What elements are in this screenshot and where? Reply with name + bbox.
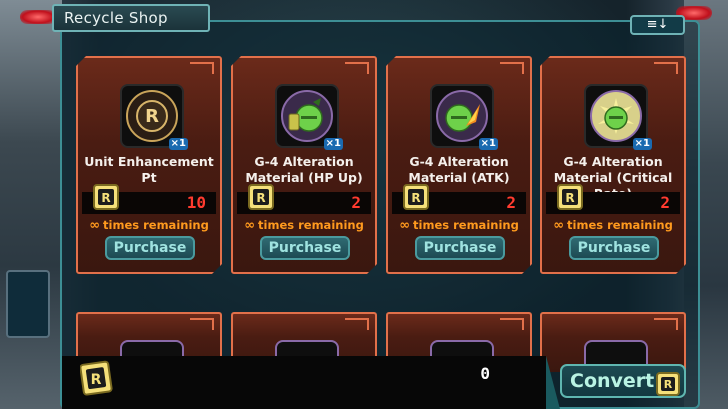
shop-card-1: R ×1 Unit Enhancement Pt 10 R ∞ times rem… (76, 56, 222, 274)
item-icon-frame: ×1 (275, 84, 339, 148)
price-value: 2 (351, 193, 361, 212)
shop-card-4: ×1 G-4 Alteration Material (Critical Rat… (540, 56, 686, 274)
purchase-button[interactable]: Purchase (569, 236, 659, 260)
shop-card-3: ×1 G-4 Alteration Material (ATK) 2 R ∞ ti… (386, 56, 532, 274)
haro-crit-icon (590, 90, 642, 142)
svg-text:R: R (411, 191, 420, 205)
recycle-point-icon: R (556, 182, 584, 212)
svg-text:R: R (145, 106, 159, 127)
warning-light-left (20, 10, 56, 24)
quantity-badge: ×1 (325, 138, 341, 149)
quantity-badge: ×1 (480, 138, 496, 149)
price-value: 2 (660, 193, 670, 212)
haro-atk-icon (436, 90, 488, 142)
purchase-button[interactable]: Purchase (105, 236, 195, 260)
haro-hp-icon (281, 90, 333, 142)
price-value: 2 (506, 193, 516, 212)
recycle-point-icon: R (402, 182, 430, 212)
infinity-symbol: ∞ (244, 218, 256, 233)
svg-text:R: R (91, 372, 102, 388)
remaining-count: ∞ times remaining (89, 218, 209, 233)
points-balance: 0 (480, 364, 490, 383)
svg-text:R: R (101, 191, 110, 205)
page-title: Recycle Shop (52, 4, 210, 32)
remaining-count: ∞ times remaining (553, 218, 673, 233)
infinity-symbol: ∞ (89, 218, 101, 233)
enhancement-pt-icon: R (126, 90, 178, 142)
svg-text:R: R (664, 378, 673, 391)
price-value: 10 (186, 193, 206, 212)
quantity-badge: ×1 (634, 138, 650, 149)
item-icon-frame: R ×1 (120, 84, 184, 148)
recycle-point-icon: R (80, 360, 113, 396)
purchase-button[interactable]: Purchase (415, 236, 505, 260)
convert-label: Convert (570, 370, 655, 392)
hangar-wall-left (0, 0, 62, 409)
recycle-point-icon: R (247, 182, 275, 212)
infinity-symbol: ∞ (553, 218, 565, 233)
quantity-badge: ×1 (170, 138, 186, 149)
remaining-count: ∞ times remaining (399, 218, 519, 233)
sort-icon: ≡↓ (646, 17, 669, 32)
item-icon-frame: ×1 (584, 84, 648, 148)
shop-card-2: ×1 G-4 Alteration Material (HP Up) 2 R ∞… (231, 56, 377, 274)
recycle-point-icon: R (656, 372, 680, 396)
shop-card-8[interactable] (540, 312, 686, 380)
recycle-point-icon: R (92, 182, 120, 212)
purchase-button[interactable]: Purchase (260, 236, 350, 260)
item-icon-frame: ×1 (430, 84, 494, 148)
svg-text:R: R (565, 191, 574, 205)
svg-text:R: R (256, 191, 265, 205)
infinity-symbol: ∞ (399, 218, 411, 233)
remaining-count: ∞ times remaining (244, 218, 364, 233)
sort-button[interactable]: ≡↓ (630, 15, 685, 35)
